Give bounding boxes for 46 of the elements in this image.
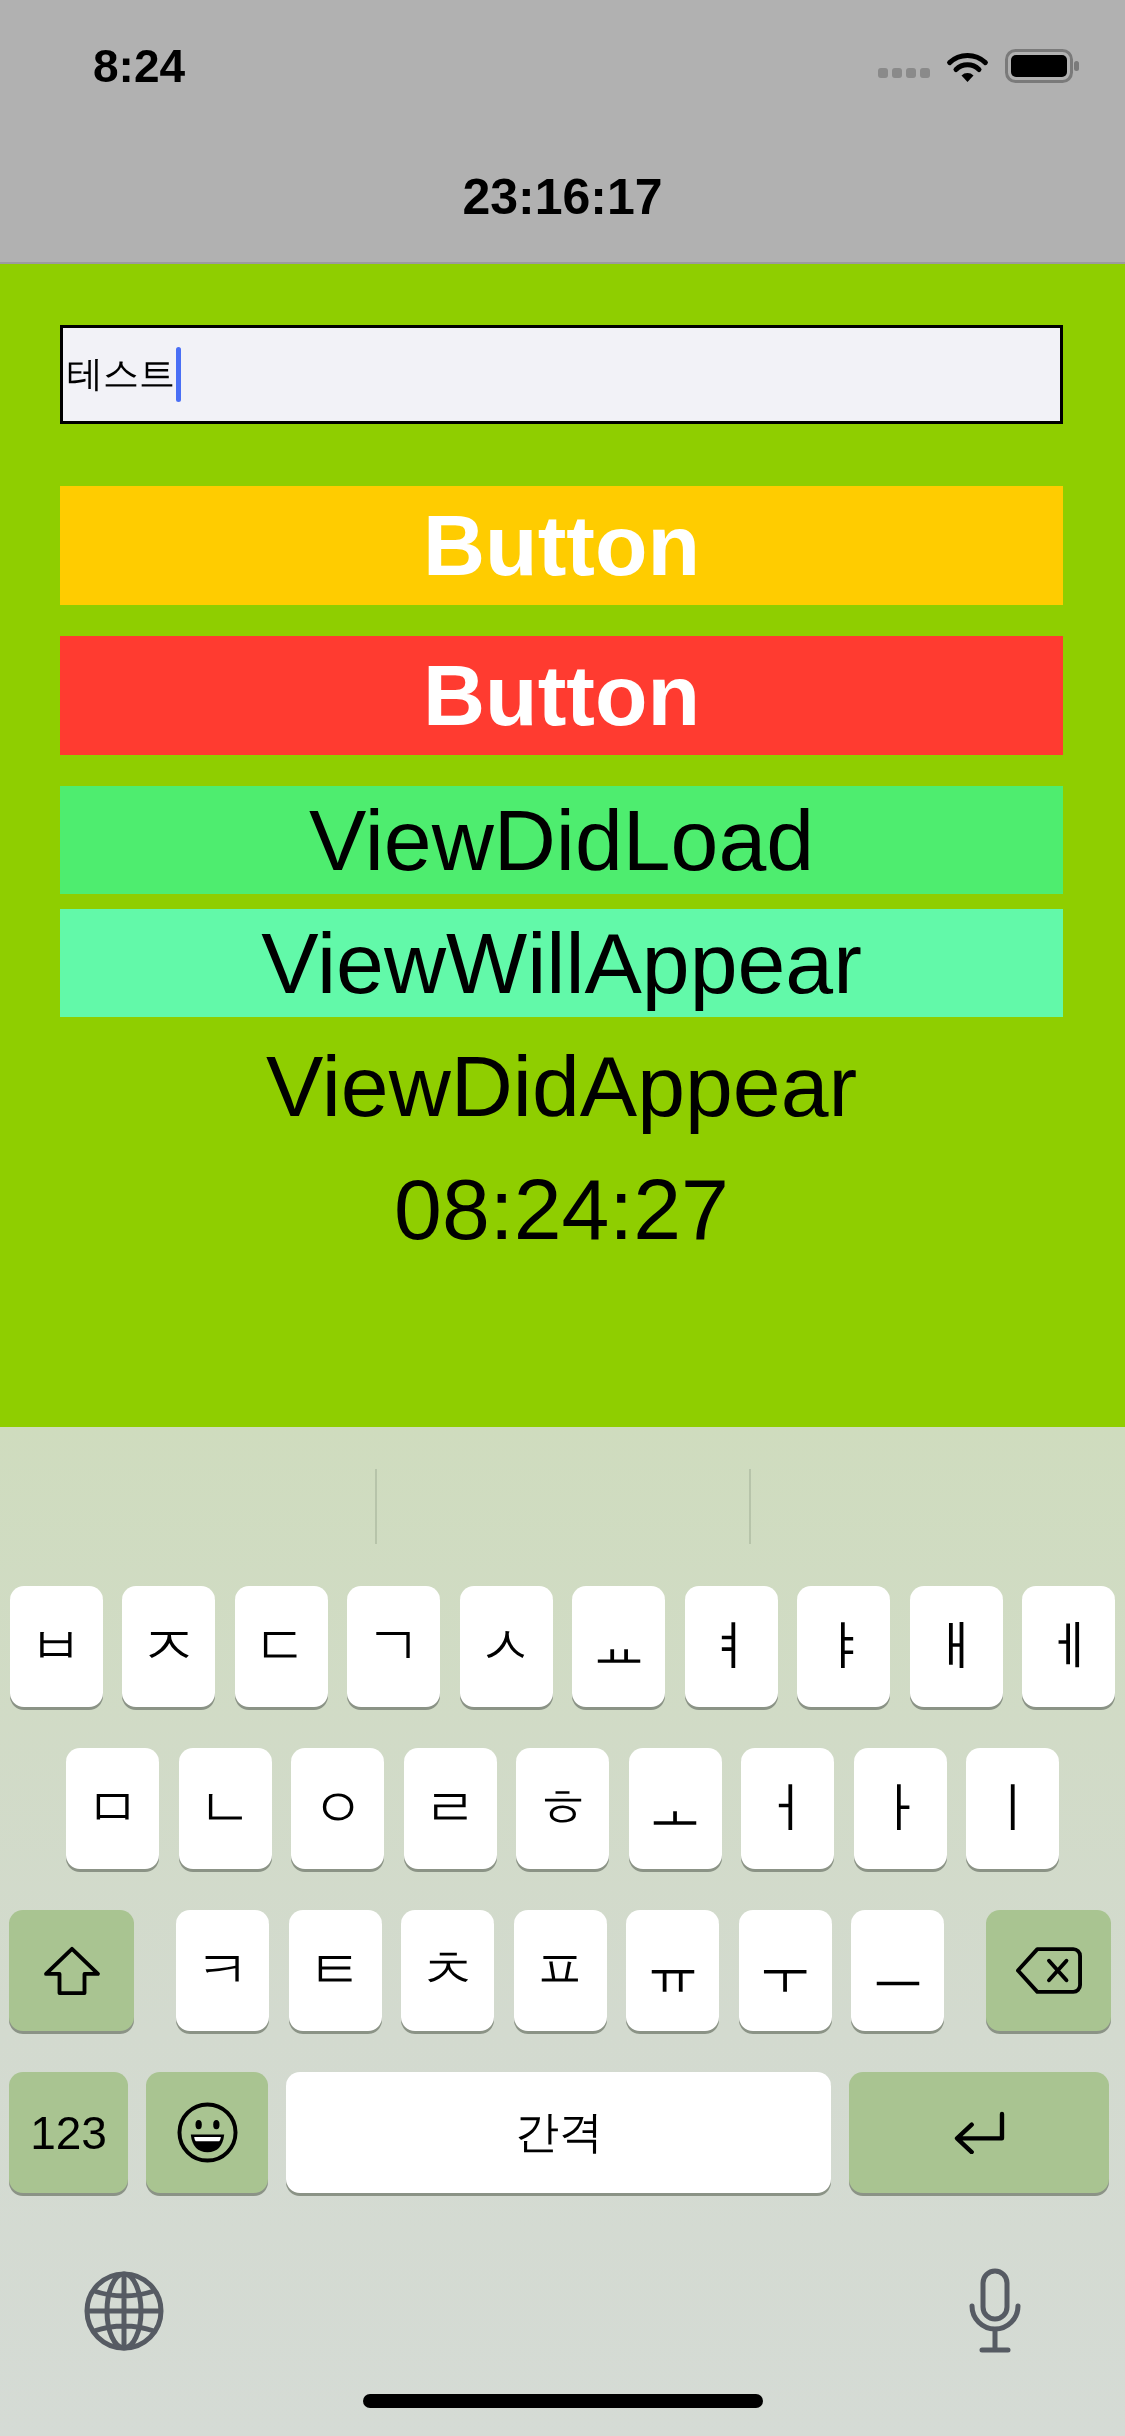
- battery-icon: [1005, 49, 1079, 83]
- keyboard-key[interactable]: ㅅ: [459, 1586, 553, 1707]
- keyboard-key[interactable]: ㅏ: [853, 1748, 947, 1869]
- shift-icon: [42, 1945, 101, 1996]
- signal-icon: [878, 68, 930, 78]
- keyboard-key[interactable]: ㅕ: [684, 1586, 778, 1707]
- nav-title: 23:16:17: [462, 168, 663, 226]
- keyboard-key[interactable]: ㅜ: [738, 1910, 832, 2031]
- globe-icon[interactable]: [84, 2271, 164, 2351]
- text-label: ViewDidLoad: [60, 786, 1063, 894]
- keyboard-key[interactable]: ㅗ: [628, 1748, 722, 1869]
- numbers-key[interactable]: 123: [9, 2072, 128, 2193]
- keyboard-key[interactable]: ㄷ: [234, 1586, 328, 1707]
- keyboard-key[interactable]: ㅑ: [797, 1586, 891, 1707]
- backspace-key[interactable]: [986, 1910, 1111, 2031]
- keyboard-key[interactable]: ㄱ: [347, 1586, 441, 1707]
- keyboard-key[interactable]: ㅠ: [626, 1910, 719, 2031]
- keyboard-key[interactable]: ㅎ: [516, 1748, 609, 1869]
- text-label: ViewWillAppear: [60, 909, 1063, 1017]
- backspace-icon: [1015, 1946, 1082, 1995]
- text-label: 08:24:27: [393, 1159, 730, 1259]
- status-time: 8:24: [93, 39, 186, 93]
- keyboard-key[interactable]: ㅌ: [288, 1910, 382, 2031]
- keyboard-key[interactable]: ㅣ: [966, 1748, 1059, 1869]
- shift-key[interactable]: [9, 1910, 134, 2031]
- keyboard-key[interactable]: ㅍ: [513, 1910, 607, 2031]
- space-key[interactable]: 간격: [286, 2072, 831, 2193]
- emoji-key[interactable]: [146, 2072, 268, 2193]
- keyboard-key[interactable]: ㅂ: [9, 1586, 103, 1707]
- text-field[interactable]: 테스트: [60, 325, 1063, 424]
- keyboard-key[interactable]: ㅓ: [741, 1748, 834, 1869]
- keyboard-key[interactable]: ㅊ: [401, 1910, 494, 2031]
- smiley-icon: [176, 2102, 238, 2163]
- keyboard-key[interactable]: ㅔ: [1022, 1586, 1116, 1707]
- keyboard-key[interactable]: ㅇ: [291, 1748, 384, 1869]
- keyboard-key[interactable]: ㅛ: [572, 1586, 666, 1707]
- keyboard-key[interactable]: ㅋ: [176, 1910, 269, 2031]
- keyboard-key[interactable]: ㅐ: [909, 1586, 1003, 1707]
- keyboard-key[interactable]: ㅁ: [66, 1748, 159, 1869]
- keyboard-key[interactable]: ㄴ: [178, 1748, 272, 1869]
- action-button[interactable]: Button: [60, 636, 1063, 755]
- text-label: ViewDidAppear: [264, 1036, 859, 1136]
- keyboard-key[interactable]: ㅡ: [851, 1910, 944, 2031]
- keyboard-key[interactable]: ㅈ: [122, 1586, 216, 1707]
- keyboard-key[interactable]: ㄹ: [403, 1748, 497, 1869]
- microphone-icon[interactable]: [968, 2268, 1022, 2354]
